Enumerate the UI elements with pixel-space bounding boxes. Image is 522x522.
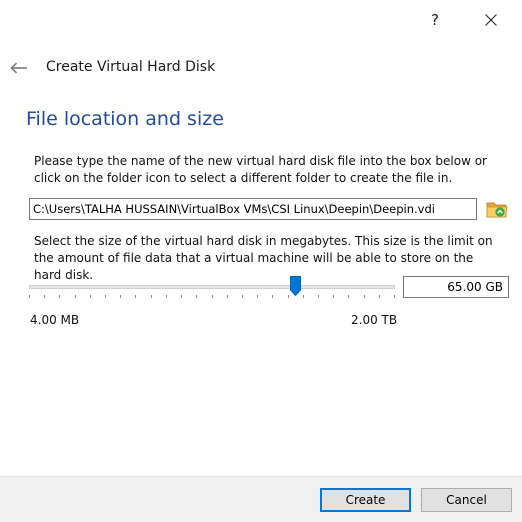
back-button[interactable] [6, 56, 32, 80]
slider-tick [333, 295, 334, 298]
slider-tick [135, 295, 136, 298]
slider-tick [105, 295, 106, 298]
help-label: ? [431, 11, 439, 29]
slider-tick [303, 295, 304, 298]
create-button[interactable]: Create [320, 488, 411, 512]
close-icon [485, 14, 497, 26]
slider-tick [318, 295, 319, 298]
slider-tick [29, 295, 30, 298]
close-button[interactable] [468, 0, 514, 40]
wizard-title: Create Virtual Hard Disk [46, 59, 216, 75]
slider-tick [227, 295, 228, 298]
file-path-input[interactable] [29, 198, 477, 220]
slider-track [29, 285, 395, 289]
slider-tick [288, 295, 289, 298]
slider-handle[interactable] [290, 276, 302, 296]
slider-tick [59, 295, 60, 298]
size-slider[interactable] [29, 276, 395, 302]
wizard-header: Create Virtual Hard Disk [0, 56, 522, 80]
location-description: Please type the name of the new virtual … [34, 154, 487, 185]
page-title: File location and size [26, 108, 224, 130]
slider-tick [166, 295, 167, 298]
slider-tick [181, 295, 182, 298]
choose-folder-button[interactable] [485, 197, 509, 221]
range-min-label: 4.00 MB [30, 313, 80, 327]
slider-tick [151, 295, 152, 298]
slider-tick [257, 295, 258, 298]
help-button[interactable]: ? [412, 0, 458, 40]
range-max-label: 2.00 TB [351, 313, 398, 327]
slider-tick [75, 295, 76, 298]
title-bar: ? [0, 0, 522, 40]
cancel-button[interactable]: Cancel [421, 488, 512, 512]
slider-tick [196, 295, 197, 298]
slider-tick [120, 295, 121, 298]
folder-icon [486, 202, 508, 218]
slider-tick [394, 295, 395, 298]
slider-tick [242, 295, 243, 298]
slider-tick [379, 295, 380, 298]
slider-tick [44, 295, 45, 298]
slider-tick [272, 295, 273, 298]
slider-tick [364, 295, 365, 298]
slider-tick [90, 295, 91, 298]
size-field[interactable] [403, 276, 509, 298]
slider-ticks [29, 295, 395, 299]
slider-tick [212, 295, 213, 298]
back-arrow-icon [10, 62, 27, 74]
slider-tick [348, 295, 349, 298]
button-bar: Create Cancel [0, 476, 522, 522]
